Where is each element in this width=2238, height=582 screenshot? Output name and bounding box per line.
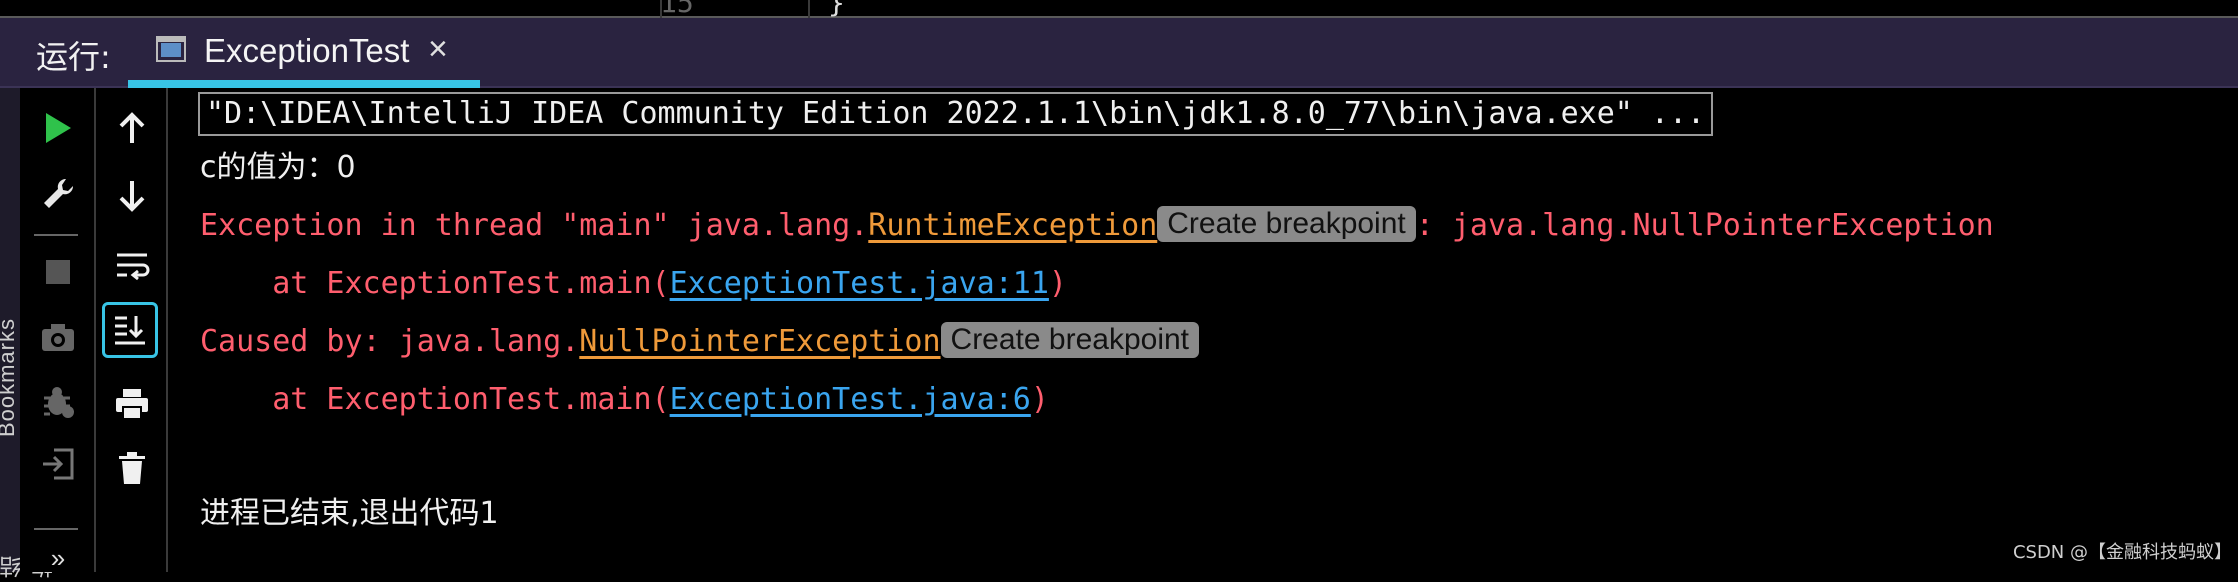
- command-line: "D:\IDEA\IntelliJ IDEA Community Edition…: [198, 92, 1714, 136]
- gutter-divider-2: [808, 0, 810, 18]
- clear-all-button[interactable]: [108, 444, 156, 492]
- run-toolbar: »: [20, 88, 96, 573]
- create-breakpoint-button[interactable]: Create breakpoint: [940, 322, 1200, 358]
- soft-wrap-icon: [117, 253, 150, 281]
- edit-configuration-button[interactable]: [34, 170, 82, 218]
- close-paren: ): [1048, 266, 1067, 301]
- caused-by-prefix: Caused by: java.lang.: [200, 324, 580, 359]
- print-button[interactable]: [108, 380, 156, 428]
- close-icon[interactable]: ×: [428, 30, 448, 69]
- stack-trace-link[interactable]: ExceptionTest.java:6: [670, 382, 1031, 417]
- screenshot-button[interactable]: [34, 314, 82, 362]
- soft-wrap-button[interactable]: [108, 242, 156, 290]
- process-exit-line: 进程已结束,退出代码1: [200, 496, 499, 531]
- run-label: 运行:: [36, 38, 111, 76]
- rerun-button[interactable]: [34, 104, 82, 152]
- close-paren: ): [1030, 382, 1049, 417]
- create-breakpoint-button[interactable]: Create breakpoint: [1157, 206, 1416, 242]
- down-stack-trace-button[interactable]: [108, 172, 156, 220]
- line-number: 15: [660, 0, 694, 19]
- camera-icon: [42, 324, 74, 351]
- exception-class-link[interactable]: RuntimeException: [868, 208, 1157, 243]
- up-stack-trace-button[interactable]: [108, 104, 156, 152]
- stack-trace-line: at ExceptionTest.main(ExceptionTest.java…: [200, 264, 1067, 304]
- stop-button[interactable]: [34, 248, 82, 296]
- stack-trace-link[interactable]: ExceptionTest.java:11: [670, 266, 1049, 301]
- console-window-icon: [156, 36, 186, 62]
- toolbar-separator: [34, 234, 78, 236]
- output-line-c-value: c的值为：0: [200, 150, 356, 185]
- wrench-icon: [44, 178, 74, 208]
- printer-icon: [116, 389, 148, 420]
- console-toolbar: [96, 88, 168, 572]
- arrow-up-icon: [119, 112, 145, 143]
- stack-trace-prefix: at ExceptionTest.main(: [200, 382, 670, 417]
- code-text: }: [828, 0, 845, 19]
- exit-button[interactable]: [34, 440, 82, 488]
- scroll-to-end-icon: [115, 316, 145, 345]
- editor-strip: 15 }: [0, 0, 2238, 19]
- console-output[interactable]: "D:\IDEA\IntelliJ IDEA Community Edition…: [168, 88, 2238, 572]
- toolbar-separator: [34, 528, 78, 530]
- exception-line: Exception in thread "main" java.lang.Run…: [200, 206, 1994, 246]
- stack-trace-prefix: at ExceptionTest.main(: [200, 266, 670, 301]
- debug-button[interactable]: [34, 378, 82, 426]
- left-tool-strip: Bookmarks 结构: [0, 88, 56, 578]
- tab-exceptiontest[interactable]: ExceptionTest ×: [128, 18, 480, 88]
- run-tool-window-header: 运行: ExceptionTest ×: [0, 18, 2238, 88]
- bookmarks-tool-button[interactable]: Bookmarks: [0, 318, 20, 437]
- bug-icon: [44, 387, 74, 418]
- caused-by-line: Caused by: java.lang.NullPointerExceptio…: [200, 322, 1200, 362]
- arrow-down-icon: [119, 181, 145, 212]
- active-tab-indicator: [128, 80, 480, 88]
- caused-class-link[interactable]: NullPointerException: [579, 324, 940, 359]
- more-button[interactable]: »: [34, 534, 82, 582]
- exception-suffix: : java.lang.NullPointerException: [1415, 208, 1994, 243]
- watermark: CSDN @【金融科技蚂蚁】: [2012, 542, 2232, 563]
- stop-icon: [46, 260, 70, 284]
- scroll-to-end-button[interactable]: [102, 302, 158, 358]
- sign-in-icon: [43, 448, 74, 480]
- tab-label: ExceptionTest: [204, 32, 410, 69]
- trash-icon: [119, 452, 145, 484]
- play-icon: [46, 113, 71, 143]
- exception-prefix: Exception in thread "main" java.lang.: [200, 208, 869, 243]
- stack-trace-line: at ExceptionTest.main(ExceptionTest.java…: [200, 380, 1049, 420]
